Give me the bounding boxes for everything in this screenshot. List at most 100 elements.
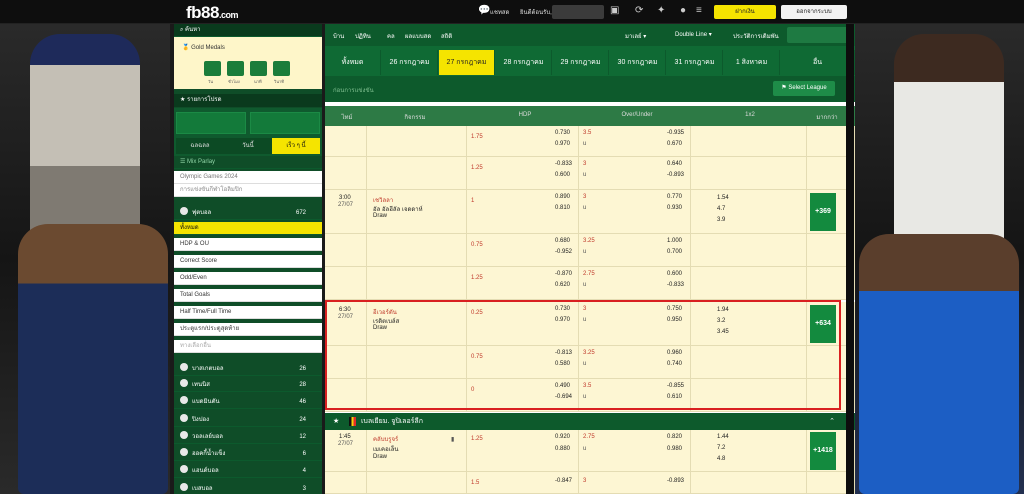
search-header[interactable]: ⌕ ค้นหา [174, 24, 322, 37]
tab-date-26[interactable]: 26 กรกฎาคม [382, 50, 438, 75]
menu-icon[interactable]: ≡ [696, 5, 702, 17]
stats-icon[interactable]: ▮ [451, 436, 454, 443]
hdp-odds[interactable]: -0.870 [555, 271, 572, 277]
select-league-button[interactable]: ⚑ Select League [773, 81, 835, 96]
sidebar-item-basketball[interactable]: บาสเกตบอล 26 [174, 363, 322, 376]
vip-icon[interactable]: ✦ [657, 5, 665, 17]
ou-odds[interactable]: 0.930 [667, 205, 682, 211]
ou-odds[interactable]: -0.893 [667, 478, 684, 484]
tab-date-aug1[interactable]: 1 สิงหาคม [724, 50, 780, 75]
1x2-odds[interactable]: 3.45 [717, 329, 729, 335]
sidebar-item-tennis[interactable]: เทนนิส 28 [174, 379, 322, 392]
nav-calendar[interactable]: ปฏิทิน [355, 31, 371, 41]
market-other[interactable]: ทางเลือกอื่น [174, 340, 322, 353]
hdp-odds[interactable]: 0.880 [555, 446, 570, 452]
hdp-odds[interactable]: 0.890 [555, 194, 570, 200]
more-markets-button[interactable]: +1418 [810, 432, 836, 470]
ou-odds[interactable]: 0.960 [667, 350, 682, 356]
star-icon[interactable]: ★ [333, 413, 339, 430]
odds-type-select[interactable]: Double Line ▾ [675, 31, 712, 38]
hdp-odds[interactable]: -0.847 [555, 478, 572, 484]
collapse-icon[interactable]: ⌃ [829, 413, 835, 430]
tab-date-other[interactable]: อื่น [781, 50, 855, 75]
deposit-button[interactable]: ฝากเงิน [714, 5, 776, 19]
1x2-odds[interactable]: 4.8 [717, 456, 725, 462]
hdp-odds[interactable]: -0.833 [555, 161, 572, 167]
nav-kl[interactable]: คล [387, 31, 395, 41]
hdp-odds[interactable]: 0.730 [555, 306, 570, 312]
tab-upcoming[interactable]: เร็ว ๆ นี้ [272, 138, 320, 154]
hdp-odds[interactable]: 0.810 [555, 205, 570, 211]
ou-odds[interactable]: 0.950 [667, 317, 682, 323]
1x2-odds[interactable]: 1.54 [717, 195, 729, 201]
league-header[interactable]: ★ เบลเยียม. จูปิเลอร์ลีก ⌃ [325, 413, 855, 430]
tab-date-29[interactable]: 29 กรกฎาคม [553, 50, 609, 75]
ou-odds[interactable]: -0.935 [667, 130, 684, 136]
1x2-odds[interactable]: 3.9 [717, 217, 725, 223]
hdp-odds[interactable]: 0.970 [555, 141, 570, 147]
market-correct-score[interactable]: Correct Score [174, 255, 322, 268]
tab-today[interactable]: วันนี้ [224, 138, 272, 154]
sidebar-item-table-tennis[interactable]: ปิงปอง 24 [174, 414, 322, 427]
tab-date-31[interactable]: 31 กรกฎาคม [667, 50, 723, 75]
sidebar-item-football[interactable]: ฟุตบอล 672 [174, 207, 322, 220]
more-markets-button[interactable]: +369 [810, 193, 836, 231]
user-icon[interactable]: ● [680, 5, 686, 17]
ou-odds[interactable]: 0.610 [667, 394, 682, 400]
nav-live-results[interactable]: ผลแบบสด [405, 31, 431, 41]
football-view-icon[interactable] [250, 112, 320, 134]
market-ht-ft[interactable]: Half Time/Full Time [174, 306, 322, 319]
sidebar-item-handball[interactable]: แฮนด์บอล 4 [174, 465, 322, 478]
ou-odds[interactable]: 0.600 [667, 271, 682, 277]
market-hdp-ou[interactable]: HDP & OU [174, 238, 322, 251]
nav-home[interactable]: บ้าน [333, 31, 344, 41]
tab-date-28[interactable]: 28 กรกฎาคม [496, 50, 552, 75]
hdp-odds[interactable]: 0.490 [555, 383, 570, 389]
ou-odds[interactable]: 0.820 [667, 434, 682, 440]
ou-odds[interactable]: 0.980 [667, 446, 682, 452]
hdp-odds[interactable]: 0.620 [555, 282, 570, 288]
mix-parlay-item[interactable]: ☰ Mix Parlay [174, 156, 322, 169]
hdp-odds[interactable]: 0.730 [555, 130, 570, 136]
list-view-icon[interactable] [176, 112, 246, 134]
bet-history-link[interactable]: ประวัติการเดิมพัน [733, 31, 779, 41]
hdp-odds[interactable]: 0.600 [555, 172, 570, 178]
nav-stats[interactable]: สถิติ [441, 31, 452, 41]
more-markets-button[interactable]: +634 [810, 305, 836, 343]
tab-live[interactable]: ฉลฉลล [176, 138, 224, 154]
ou-odds[interactable]: 0.640 [667, 161, 682, 167]
ou-odds[interactable]: 0.750 [667, 306, 682, 312]
fb88-logo[interactable]: fb88.com [186, 3, 238, 23]
tab-date-30[interactable]: 30 กรกฎาคม [610, 50, 666, 75]
1x2-odds[interactable]: 1.94 [717, 307, 729, 313]
ou-odds[interactable]: -0.833 [667, 282, 684, 288]
tab-date-all[interactable]: ทั้งหมด [325, 50, 381, 75]
market-first-last-goal[interactable]: ประตูแรก/ประตูสุดท้าย [174, 323, 322, 336]
hdp-odds[interactable]: 0.680 [555, 238, 570, 244]
tab-date-27[interactable]: 27 กรกฎาคม [439, 50, 495, 75]
market-total-goals[interactable]: Total Goals [174, 289, 322, 302]
hdp-odds[interactable]: 0.970 [555, 317, 570, 323]
1x2-odds[interactable]: 7.2 [717, 445, 725, 451]
market-odd-even[interactable]: Odd/Even [174, 272, 322, 285]
ou-odds[interactable]: 0.740 [667, 361, 682, 367]
chat-icon[interactable]: 💬 [478, 5, 490, 17]
logout-button[interactable]: ออกจากระบบ [781, 5, 847, 19]
market-all[interactable]: ทั้งหมด [174, 222, 322, 235]
sidebar-item-ice-hockey[interactable]: ฮอคกี้น้ำแข็ง 6 [174, 448, 322, 461]
refresh-icon[interactable]: ⟳ [635, 5, 643, 17]
hdp-odds[interactable]: -0.952 [555, 249, 572, 255]
ou-odds[interactable]: 0.700 [667, 249, 682, 255]
language-select[interactable]: มาเลย์ ▾ [625, 31, 646, 41]
ou-odds[interactable]: 1.000 [667, 238, 682, 244]
1x2-odds[interactable]: 3.2 [717, 318, 725, 324]
hdp-odds[interactable]: -0.694 [555, 394, 572, 400]
ou-odds[interactable]: 0.670 [667, 141, 682, 147]
olympic-item[interactable]: Olympic Games 2024 [174, 171, 322, 184]
wallet-icon[interactable]: ▣ [610, 5, 619, 17]
ou-odds[interactable]: -0.893 [667, 172, 684, 178]
scrollbar[interactable] [846, 24, 854, 494]
1x2-odds[interactable]: 1.44 [717, 434, 729, 440]
sidebar-item-badminton[interactable]: แบดมินตัน 46 [174, 396, 322, 409]
ou-odds[interactable]: -0.855 [667, 383, 684, 389]
